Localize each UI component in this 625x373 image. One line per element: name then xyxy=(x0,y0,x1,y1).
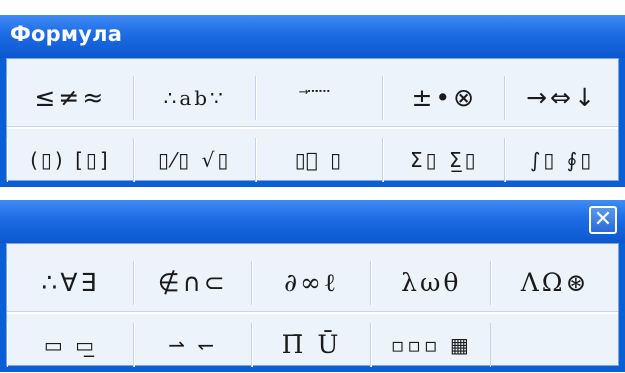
row-separator xyxy=(7,126,618,129)
set-theory-symbols-button[interactable]: ∉∩⊂ xyxy=(133,260,252,305)
palette-row-3: ∴∀∃ ∉∩⊂ ∂∞ℓ λωθ ΛΩ⊛ xyxy=(7,254,618,311)
spaces-ellipses-button[interactable]: ∴ab∵ xyxy=(133,75,256,120)
products-set-theory-templates-button[interactable]: Π̄ Ū xyxy=(251,322,372,367)
palette-row-4: ▭ ▭̲ ⇀ ↽ Π̄ Ū ▫▫▫ ▦ xyxy=(7,316,618,373)
summation-templates-button[interactable]: Σ▯ Σ̲▯ xyxy=(383,137,506,182)
empty-slot xyxy=(491,323,618,367)
row-separator-2 xyxy=(7,311,618,314)
palette-row-1: ≤≠≈ ∴ab∵ ⃗ ⃛ ⃜ ±•⊗ →⇔↓ xyxy=(7,69,618,126)
underbar-overbar-templates-button[interactable]: ▭ ▭̲ xyxy=(7,322,134,367)
fraction-radical-templates-button[interactable]: ▯⁄▯ √▯ xyxy=(133,137,256,182)
matrix-templates-button[interactable]: ▫▫▫ ▦ xyxy=(371,322,492,367)
integral-templates-button[interactable]: ∫▯ ∮▯ xyxy=(505,137,618,182)
misc-symbols-button[interactable]: ∂∞ℓ xyxy=(251,260,372,305)
operator-symbols-button[interactable]: ±•⊗ xyxy=(383,75,506,120)
subscript-superscript-templates-button[interactable]: ▯⃞ ▯ xyxy=(255,137,384,182)
formula-palette-panel: ≤≠≈ ∴ab∵ ⃗ ⃛ ⃜ ±•⊗ →⇔↓ (▯) [▯] ▯⁄▯ √▯ ▯⃞… xyxy=(6,58,619,182)
title-bar-2[interactable]: ✕ xyxy=(0,200,625,243)
formula-palette-panel-2: ∴∀∃ ∉∩⊂ ∂∞ℓ λωθ ΛΩ⊛ ▭ ▭̲ ⇀ ↽ Π̄ Ū ▫▫▫ ▦ xyxy=(6,243,619,367)
relational-symbols-button[interactable]: ≤≠≈ xyxy=(7,75,134,120)
arrow-symbols-button[interactable]: →⇔↓ xyxy=(505,75,618,120)
title-bar[interactable]: Формула xyxy=(0,15,625,58)
greek-lowercase-button[interactable]: λωθ xyxy=(371,260,492,305)
greek-uppercase-button[interactable]: ΛΩ⊛ xyxy=(491,260,618,305)
fence-templates-button[interactable]: (▯) [▯] xyxy=(7,137,134,182)
close-button[interactable]: ✕ xyxy=(589,206,617,234)
formula-toolbar-window-2: ✕ ∴∀∃ ∉∩⊂ ∂∞ℓ λωθ ΛΩ⊛ ▭ ▭̲ ⇀ ↽ Π̄ Ū ▫▫▫ … xyxy=(0,200,625,372)
labeled-arrow-templates-button[interactable]: ⇀ ↽ xyxy=(133,322,252,367)
logical-symbols-button[interactable]: ∴∀∃ xyxy=(7,260,134,305)
embellishments-button[interactable]: ⃗ ⃛ ⃜ xyxy=(255,75,384,120)
formula-toolbar-window: Формула ≤≠≈ ∴ab∵ ⃗ ⃛ ⃜ ±•⊗ →⇔↓ (▯) [▯] ▯… xyxy=(0,15,625,187)
window-title: Формула xyxy=(10,22,123,46)
palette-row-2: (▯) [▯] ▯⁄▯ √▯ ▯⃞ ▯ Σ▯ Σ̲▯ ∫▯ ∮▯ xyxy=(7,131,618,188)
